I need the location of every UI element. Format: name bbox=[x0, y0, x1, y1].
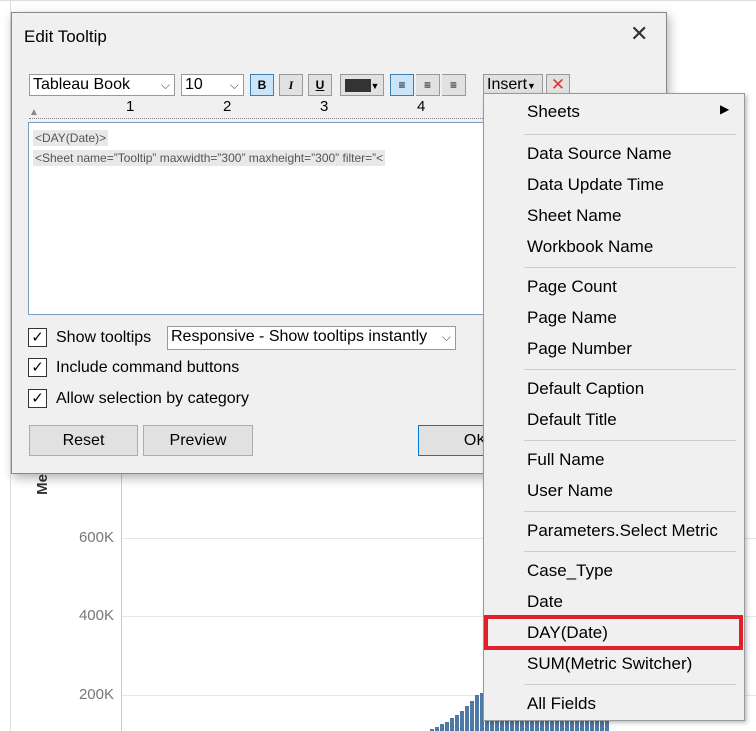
ruler-mark: 2 bbox=[223, 98, 232, 115]
caret-down-icon: ▼ bbox=[527, 81, 536, 91]
y-axis-line bbox=[121, 474, 122, 731]
menu-item-sheets[interactable]: Sheets ▶ bbox=[527, 102, 729, 122]
menu-separator bbox=[524, 134, 736, 135]
bar bbox=[445, 721, 449, 731]
menu-item-date[interactable]: Date bbox=[527, 592, 563, 612]
show-tooltips-label: Show tooltips bbox=[56, 329, 152, 346]
color-swatch bbox=[344, 79, 371, 93]
menu-separator bbox=[524, 551, 736, 552]
size-value: 10 bbox=[185, 76, 203, 93]
bar bbox=[475, 695, 479, 731]
menu-separator bbox=[524, 267, 736, 268]
include-command-buttons-label: Include command buttons bbox=[56, 359, 240, 376]
bold-button[interactable]: B bbox=[250, 74, 274, 96]
underline-button[interactable]: U bbox=[308, 74, 332, 96]
bar bbox=[450, 718, 454, 731]
menu-item-data-source-name[interactable]: Data Source Name bbox=[527, 144, 672, 164]
close-icon[interactable]: ✕ bbox=[630, 21, 648, 47]
insert-label: Insert bbox=[487, 76, 528, 93]
allow-selection-label: Allow selection by category bbox=[56, 390, 249, 407]
insert-menu: Sheets ▶ Data Source Name Data Update Time S… bbox=[483, 93, 745, 721]
highlight-box bbox=[484, 615, 743, 650]
menu-item-page-number[interactable]: Page Number bbox=[527, 339, 632, 359]
menu-separator bbox=[524, 511, 736, 512]
ruler-mark: 4 bbox=[417, 98, 426, 115]
tooltip-mode-select[interactable]: Responsive - Show tooltips instantly ⌵ bbox=[167, 326, 456, 350]
italic-button[interactable]: I bbox=[279, 74, 303, 96]
menu-item-sum-metric-switcher[interactable]: SUM(Metric Switcher) bbox=[527, 654, 692, 674]
reset-button[interactable]: Reset bbox=[29, 425, 138, 456]
chevron-down-icon: ⌵ bbox=[229, 78, 239, 92]
menu-item-page-count[interactable]: Page Count bbox=[527, 277, 617, 297]
menu-separator bbox=[524, 684, 736, 685]
preview-button[interactable]: Preview bbox=[143, 425, 253, 456]
menu-item-parameters-select-metric[interactable]: Parameters.Select Metric bbox=[527, 521, 718, 541]
menu-item-case-type[interactable]: Case_Type bbox=[527, 561, 613, 581]
caret-down-icon: ▼ bbox=[370, 81, 380, 91]
chevron-down-icon: ⌵ bbox=[441, 330, 451, 344]
tooltip-editor[interactable]: <DAY(Date)> <Sheet name=”Tooltip” maxwid… bbox=[28, 122, 498, 315]
bar bbox=[460, 710, 464, 731]
menu-item-default-title[interactable]: Default Title bbox=[527, 410, 617, 430]
size-select[interactable]: 10 ⌵ bbox=[181, 74, 244, 96]
editor-line: <Sheet name=”Tooltip” maxwidth=”300” max… bbox=[33, 150, 386, 166]
editor-line: <DAY(Date)> bbox=[33, 130, 109, 146]
ruler-mark: 1 bbox=[126, 98, 135, 115]
bar bbox=[435, 726, 439, 731]
font-value: Tableau Book bbox=[33, 76, 130, 93]
ruler-mark: 3 bbox=[320, 98, 329, 115]
divider bbox=[0, 0, 756, 1]
menu-item-full-name[interactable]: Full Name bbox=[527, 450, 604, 470]
align-right-button[interactable]: ≡ bbox=[442, 74, 466, 96]
menu-item-data-update-time[interactable]: Data Update Time bbox=[527, 175, 664, 195]
bar bbox=[465, 705, 469, 731]
chevron-down-icon: ⌵ bbox=[160, 78, 170, 92]
align-center-button[interactable]: ≡ bbox=[416, 74, 440, 96]
include-command-buttons-checkbox[interactable]: ✓ bbox=[28, 358, 47, 377]
y-tick: 400K bbox=[78, 607, 114, 624]
bar bbox=[440, 724, 444, 731]
menu-separator bbox=[524, 440, 736, 441]
submenu-arrow-icon: ▶ bbox=[720, 102, 730, 116]
dialog-title: Edit Tooltip bbox=[24, 27, 107, 46]
indent-marker-icon[interactable]: ▲ bbox=[29, 107, 39, 118]
ruler[interactable]: ▲ 1 2 3 4 bbox=[29, 98, 489, 119]
menu-item-page-name[interactable]: Page Name bbox=[527, 308, 617, 328]
y-tick: 200K bbox=[78, 686, 114, 703]
menu-item-sheet-name[interactable]: Sheet Name bbox=[527, 206, 622, 226]
menu-separator bbox=[524, 369, 736, 370]
bar bbox=[470, 700, 474, 731]
font-color-button[interactable]: ▼ bbox=[340, 74, 384, 96]
align-left-button[interactable]: ≡ bbox=[390, 74, 414, 96]
font-select[interactable]: Tableau Book ⌵ bbox=[29, 74, 175, 96]
y-axis-label: Me bbox=[33, 474, 51, 495]
tooltip-mode-value: Responsive - Show tooltips instantly bbox=[171, 328, 428, 345]
menu-item-all-fields[interactable]: All Fields bbox=[527, 694, 596, 714]
allow-selection-checkbox[interactable]: ✓ bbox=[28, 389, 47, 408]
menu-item-user-name[interactable]: User Name bbox=[527, 481, 613, 501]
menu-item-default-caption[interactable]: Default Caption bbox=[527, 379, 644, 399]
show-tooltips-checkbox[interactable]: ✓ bbox=[28, 328, 47, 347]
menu-item-workbook-name[interactable]: Workbook Name bbox=[527, 237, 653, 257]
y-tick: 600K bbox=[78, 529, 114, 546]
bar bbox=[455, 714, 459, 731]
